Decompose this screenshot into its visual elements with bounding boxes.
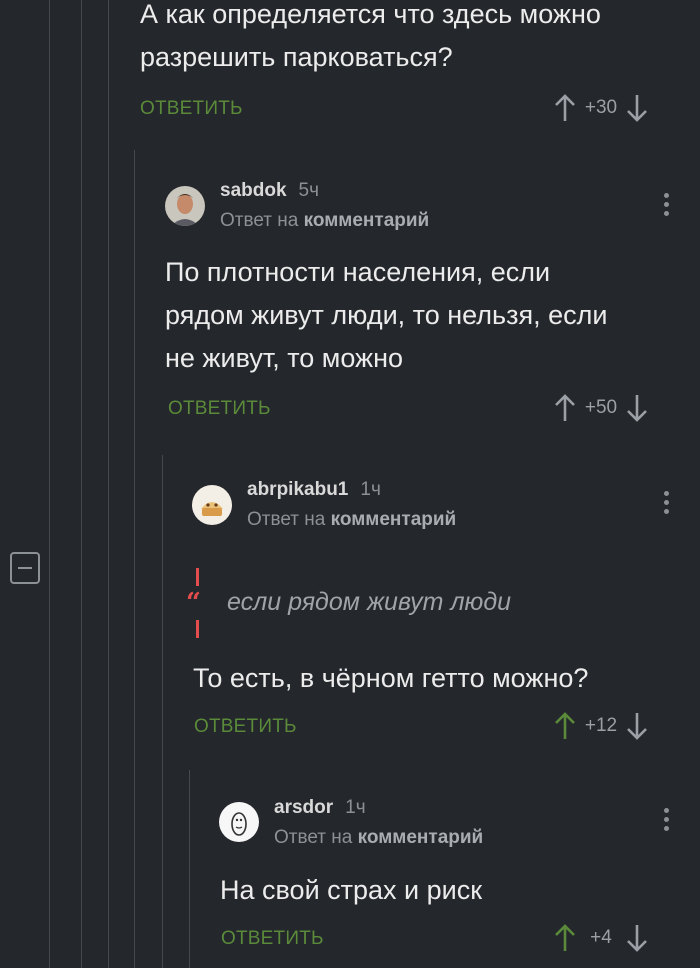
reply-to-link[interactable]: комментарий — [304, 210, 430, 231]
downvote-arrow-icon[interactable] — [624, 393, 650, 423]
quote-bar — [196, 568, 199, 586]
avatar[interactable] — [165, 186, 205, 226]
upvote-arrow-icon[interactable] — [552, 93, 578, 123]
downvote-arrow-icon[interactable] — [624, 923, 650, 953]
reply-button[interactable]: ОТВЕТИТЬ — [194, 716, 297, 738]
comment-text: На свой страх и риск — [220, 875, 483, 905]
thread-line — [162, 455, 163, 968]
quote-bar — [196, 620, 199, 638]
thread-line — [81, 0, 82, 968]
avatar[interactable] — [192, 485, 232, 525]
vote-block: +30 — [552, 93, 650, 123]
comment-time: 1ч — [345, 797, 366, 818]
author-name[interactable]: arsdor — [274, 797, 333, 819]
comment-text: По плотности населения, если рядом живут… — [165, 257, 608, 373]
vote-block: +50 — [552, 393, 650, 423]
comment-time: 5ч — [298, 180, 319, 201]
quote-mark-icon: “ — [186, 588, 201, 618]
reply-to-line: Ответ на комментарий — [247, 509, 457, 530]
more-options-icon[interactable] — [662, 491, 670, 518]
collapse-thread-button[interactable] — [10, 552, 40, 584]
thread-line — [108, 0, 109, 968]
reply-to-line: Ответ на комментарий — [274, 827, 484, 848]
downvote-arrow-icon[interactable] — [624, 93, 650, 123]
reply-button[interactable]: ОТВЕТИТЬ — [168, 398, 271, 420]
comment-score: +30 — [584, 97, 618, 118]
vote-block: +4 — [552, 923, 650, 953]
author-name[interactable]: abrpikabu1 — [247, 479, 348, 501]
comment-text: А как определяется что здесь можно разре… — [140, 0, 601, 72]
more-options-icon[interactable] — [662, 808, 670, 835]
vote-block: +12 — [552, 711, 650, 741]
comment-time: 1ч — [360, 479, 381, 500]
comment-score: +50 — [584, 397, 618, 418]
reply-to-link[interactable]: комментарий — [358, 827, 484, 848]
downvote-arrow-icon[interactable] — [624, 711, 650, 741]
comment-score: +4 — [590, 927, 612, 948]
avatar[interactable] — [219, 802, 259, 842]
comment-score: +12 — [584, 715, 618, 736]
reply-button[interactable]: ОТВЕТИТЬ — [221, 928, 324, 950]
thread-line — [49, 0, 50, 968]
quoted-text: если рядом живут люди — [227, 588, 512, 616]
thread-line — [189, 770, 190, 968]
more-options-icon[interactable] — [662, 193, 670, 220]
comment-text: То есть, в чёрном гетто можно? — [193, 663, 589, 693]
upvote-arrow-icon[interactable] — [552, 393, 578, 423]
upvote-arrow-icon[interactable] — [552, 923, 578, 953]
reply-button[interactable]: ОТВЕТИТЬ — [140, 98, 243, 120]
thread-line — [134, 150, 135, 968]
author-name[interactable]: sabdok — [220, 180, 287, 202]
upvote-arrow-icon[interactable] — [552, 711, 578, 741]
reply-to-link[interactable]: комментарий — [331, 509, 457, 530]
reply-to-line: Ответ на комментарий — [220, 210, 430, 231]
